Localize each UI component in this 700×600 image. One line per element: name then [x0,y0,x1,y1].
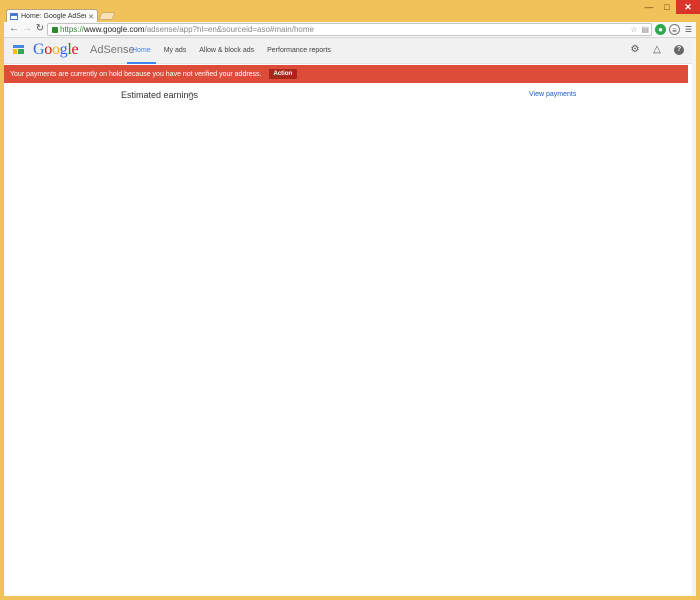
extension-2-icon[interactable]: ≡ [669,24,680,35]
browser-window: — □ ✕ Home: Google AdSense ✕ ← → ↻ https… [0,0,700,600]
earnings-help-icon[interactable]: ? [188,92,194,98]
vertical-scrollbar[interactable] [692,38,696,596]
estimated-earnings-title: Estimated earnings [121,90,199,100]
minimize-icon[interactable]: — [640,0,658,14]
url-host: www.google.com [84,25,145,34]
alert-message: Your payments are currently on hold beca… [10,70,262,78]
tab-close-icon[interactable]: ✕ [88,13,94,21]
view-payments-link[interactable]: View payments [529,91,576,98]
window-controls: — □ ✕ [640,0,700,14]
new-tab-button[interactable] [98,12,116,20]
bookmark-star-icon[interactable]: ☆ [630,24,637,35]
url-scheme: https:// [60,25,85,34]
tab-title: Home: Google AdSense [21,13,86,20]
nav-home[interactable]: Home [127,38,156,64]
browser-toolbar: ← → ↻ https:// www.google.com /adsense/a… [4,22,696,38]
tab-adsense-home[interactable]: Home: Google AdSense ✕ [6,9,98,23]
nav-allow-block-ads[interactable]: Allow & block ads [194,38,259,64]
close-icon[interactable]: ✕ [676,0,700,14]
nav-performance-reports[interactable]: Performance reports [262,38,336,64]
adsense-header: Google AdSense Home My ads Allow & block… [4,38,696,64]
forward-icon[interactable]: → [21,23,33,35]
reload-icon[interactable]: ↻ [34,23,46,35]
extension-icon[interactable]: ● [655,24,666,35]
help-icon[interactable]: ? [674,45,684,55]
payment-hold-alert: Your payments are currently on hold beca… [4,65,688,83]
page-content: Google AdSense Home My ads Allow & block… [4,38,696,596]
maximize-icon[interactable]: □ [658,0,676,14]
header-icons: ⚙ △ ? [630,45,684,55]
adsense-product-icon [13,45,24,54]
notification-bell-icon[interactable]: △ [652,45,662,55]
address-bar[interactable]: https:// www.google.com /adsense/app?hl=… [47,23,652,36]
nav-my-ads[interactable]: My ads [159,38,192,64]
menu-icon[interactable]: ☰ [683,24,694,35]
adsense-favicon-icon [10,13,18,20]
lock-icon [52,26,58,33]
alert-action-button[interactable]: Action [268,69,298,79]
back-icon[interactable]: ← [8,23,20,35]
google-logo[interactable]: Google [33,41,79,59]
url-path: /adsense/app?hl=en&sourceid=aso#main/hom… [144,25,314,34]
page-action-icon[interactable]: ▤ [641,24,649,35]
main-nav: Home My ads Allow & block ads Performanc… [127,38,339,64]
gear-icon[interactable]: ⚙ [630,45,640,55]
